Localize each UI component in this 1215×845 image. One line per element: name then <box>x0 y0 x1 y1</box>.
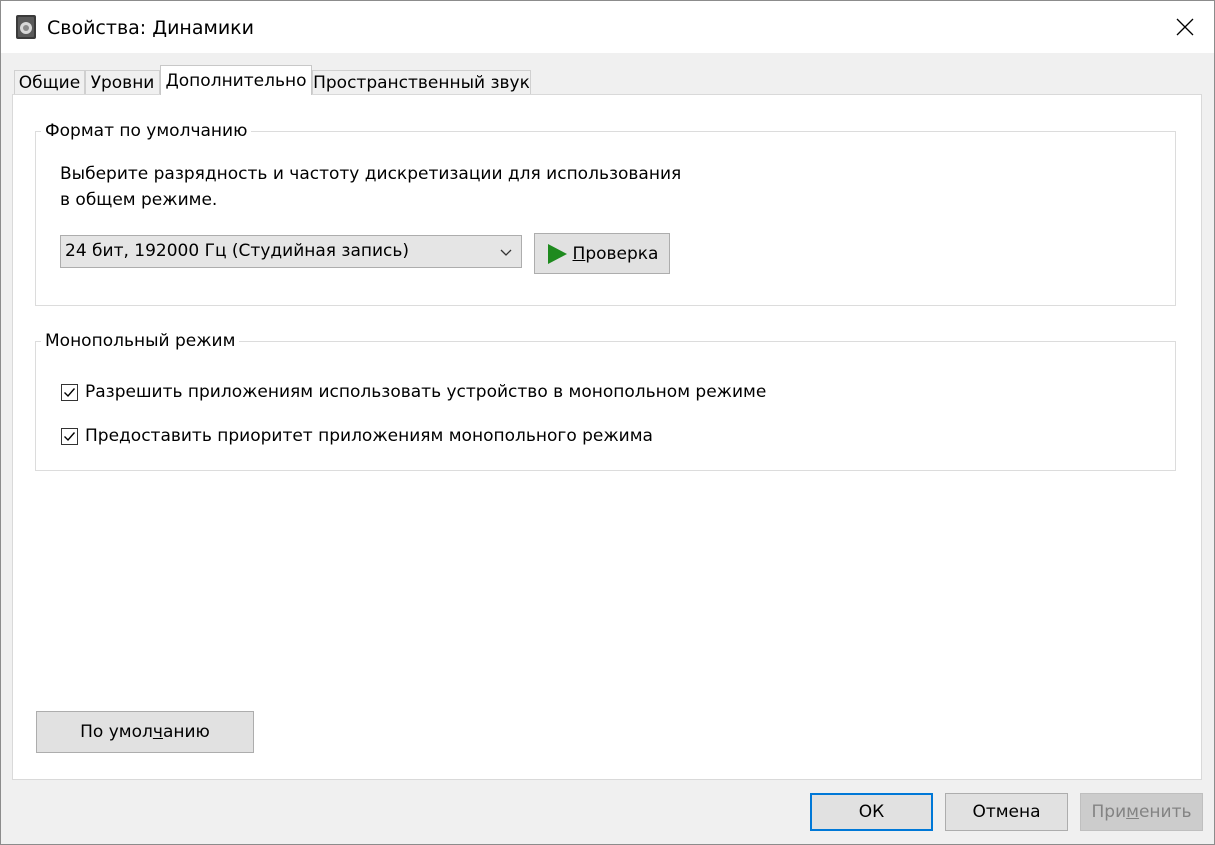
allow-exclusive-checkbox-row[interactable]: Разрешить приложениям использовать устро… <box>61 381 766 403</box>
checkmark-icon <box>64 431 76 441</box>
exclusive-priority-checkbox-row[interactable]: Предоставить приоритет приложениям моноп… <box>61 425 653 447</box>
tab-general[interactable]: Общие <box>14 70 85 94</box>
allow-exclusive-label: Разрешить приложениям использовать устро… <box>85 382 767 402</box>
close-icon <box>1176 18 1194 36</box>
restore-defaults-label: По умолчанию <box>80 722 210 742</box>
test-button[interactable]: Проверка <box>534 233 670 274</box>
default-format-legend: Формат по умолчанию <box>41 120 252 142</box>
format-select-value: 24 бит, 192000 Гц (Студийная запись) <box>65 241 410 261</box>
tab-advanced[interactable]: Дополнительно <box>160 65 312 95</box>
format-description-line2: в общем режиме. <box>60 190 218 210</box>
cancel-button[interactable]: Отмена <box>945 793 1068 831</box>
format-description-line1: Выберите разрядность и частоту дискретиз… <box>60 164 682 184</box>
title-bar: Свойства: Динамики <box>1 1 1214 53</box>
default-format-group: Формат по умолчанию <box>35 120 1176 306</box>
tab-spatial-sound[interactable]: Пространственный звук <box>312 70 531 94</box>
exclusive-priority-label: Предоставить приоритет приложениям моноп… <box>85 426 653 446</box>
apply-button[interactable]: Применить <box>1080 793 1203 831</box>
chevron-down-icon <box>500 249 512 256</box>
speaker-icon <box>16 15 36 39</box>
exclusive-mode-legend: Монопольный режим <box>41 330 240 352</box>
test-button-label: Проверка <box>572 243 659 264</box>
properties-dialog: Свойства: Динамики Общие Уровни Дополнит… <box>0 0 1215 845</box>
restore-defaults-button[interactable]: По умолчанию <box>36 711 254 753</box>
exclusive-priority-checkbox[interactable] <box>61 427 78 445</box>
exclusive-mode-group: Монопольный режим <box>35 330 1176 471</box>
checkmark-icon <box>64 387 76 397</box>
play-icon <box>547 243 567 264</box>
ok-button[interactable]: ОК <box>810 793 933 831</box>
tab-panel-advanced: Формат по умолчанию Выберите разрядность… <box>12 94 1202 780</box>
close-button[interactable] <box>1156 1 1214 53</box>
allow-exclusive-checkbox[interactable] <box>61 383 78 401</box>
tab-levels[interactable]: Уровни <box>85 70 160 94</box>
format-select[interactable]: 24 бит, 192000 Гц (Студийная запись) <box>60 235 522 268</box>
window-title: Свойства: Динамики <box>47 17 254 39</box>
apply-button-label: Применить <box>1091 802 1192 822</box>
